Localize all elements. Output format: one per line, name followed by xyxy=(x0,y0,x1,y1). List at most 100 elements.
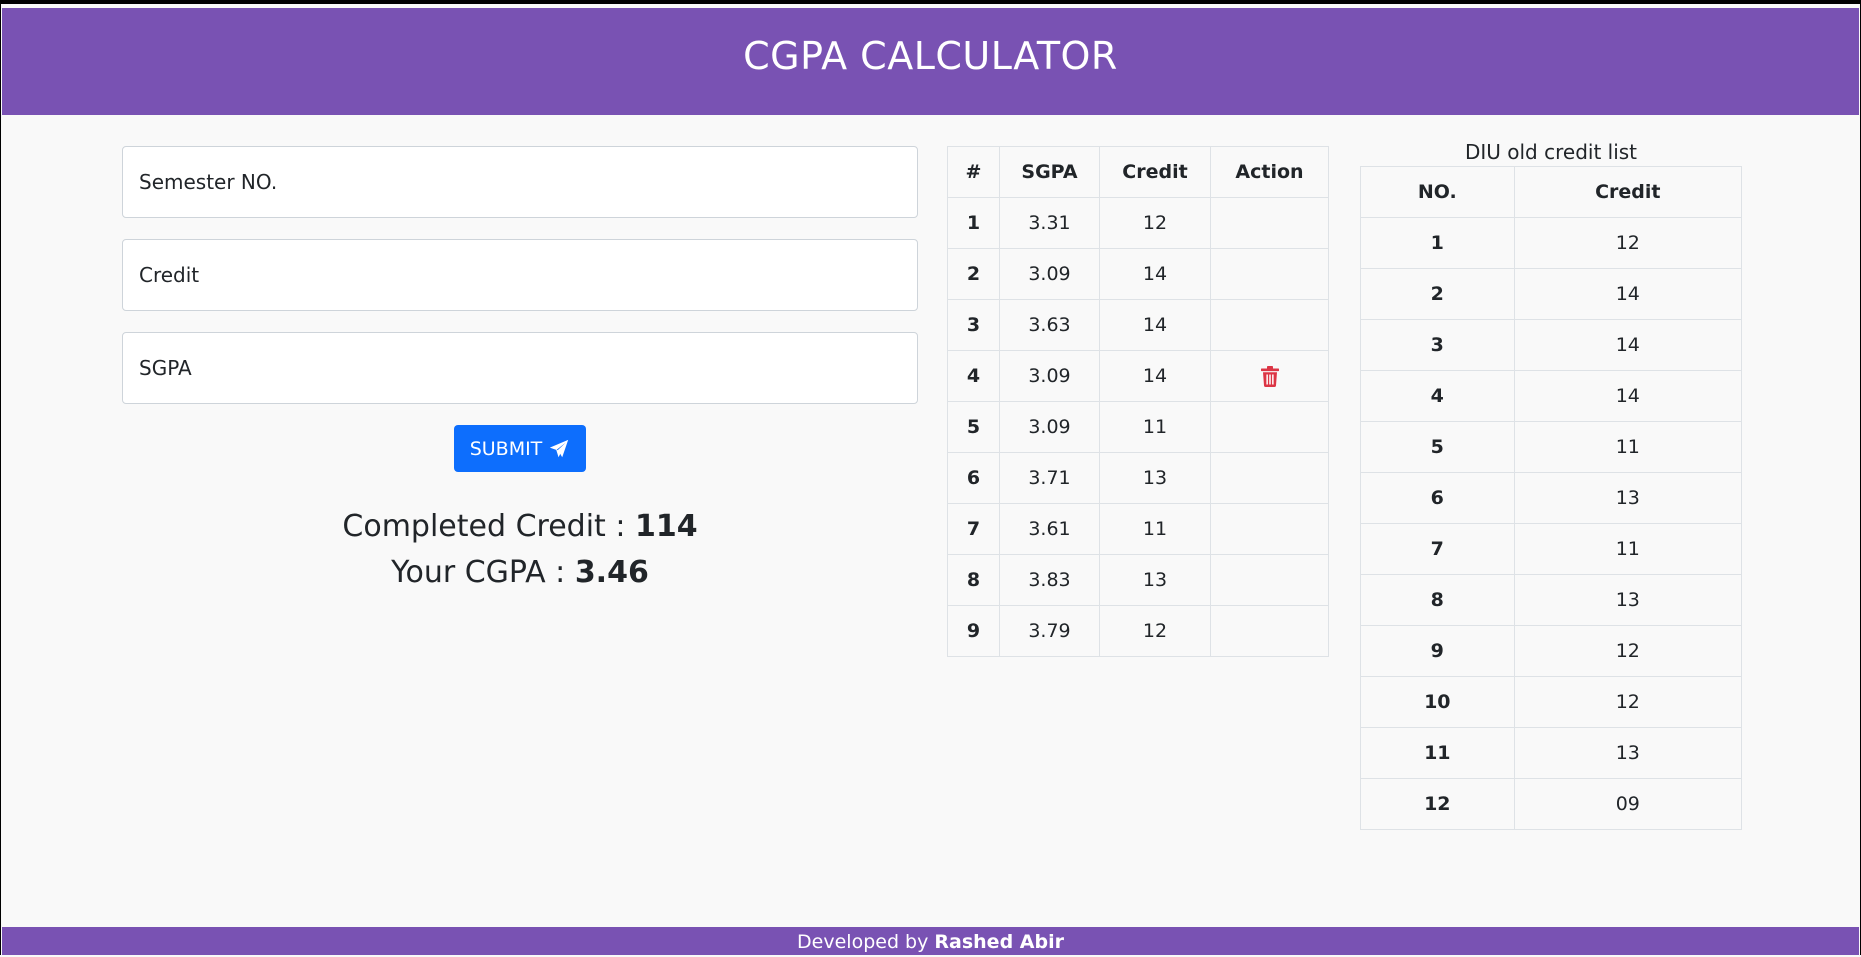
credit-list-no: 2 xyxy=(1360,268,1515,320)
table-row: 7 3.61 11 xyxy=(947,503,1329,555)
row-number: 8 xyxy=(947,554,1000,606)
credit-list-caption: DIU old credit list xyxy=(1464,140,1638,164)
result-summary: Completed Credit : 114 Your CGPA : 3.46 xyxy=(122,504,918,596)
submit-label: SUBMIT xyxy=(469,437,543,460)
semester-input[interactable] xyxy=(122,146,918,218)
credit-list-credit: 09 xyxy=(1513,778,1743,830)
row-action xyxy=(1210,197,1329,249)
row-credit: 11 xyxy=(1099,401,1211,453)
list-item: 12 09 xyxy=(1360,778,1743,830)
footer-prefix: Developed by xyxy=(797,931,935,953)
row-number: 5 xyxy=(947,401,1000,453)
completed-credit-line: Completed Credit : 114 xyxy=(122,504,918,550)
credit-list-table: NO. Credit 1 12 2 14 3 14 4 14 5 11 6 13 7 11 8… xyxy=(1360,166,1743,830)
table-row: 9 3.79 12 xyxy=(947,605,1329,657)
col-header-sgpa: SGPA xyxy=(999,146,1100,198)
row-action xyxy=(1210,554,1329,606)
semester-table-header: # SGPA Credit Action xyxy=(947,146,1329,198)
row-number: 6 xyxy=(947,452,1000,504)
row-credit: 11 xyxy=(1099,503,1211,555)
row-number: 2 xyxy=(947,248,1000,300)
row-action xyxy=(1210,452,1329,504)
list-item: 3 14 xyxy=(1360,319,1743,371)
credit-list-no: 10 xyxy=(1360,676,1515,728)
credit-list-no: 11 xyxy=(1360,727,1515,779)
credit-list-no: 1 xyxy=(1360,217,1515,269)
list-item: 1 12 xyxy=(1360,217,1743,269)
list-item: 2 14 xyxy=(1360,268,1743,320)
footer-author: Rashed Abir xyxy=(934,931,1064,953)
row-sgpa: 3.71 xyxy=(999,452,1100,504)
row-number: 3 xyxy=(947,299,1000,351)
row-number: 9 xyxy=(947,605,1000,657)
col-header-credit: Credit xyxy=(1099,146,1211,198)
row-credit: 12 xyxy=(1099,197,1211,249)
credit-list-credit: 12 xyxy=(1513,676,1743,728)
table-row: 8 3.83 13 xyxy=(947,554,1329,606)
credit-list-credit: 12 xyxy=(1513,217,1743,269)
row-number: 1 xyxy=(947,197,1000,249)
row-action xyxy=(1210,350,1329,402)
list-item: 8 13 xyxy=(1360,574,1743,626)
row-credit: 14 xyxy=(1099,299,1211,351)
row-action xyxy=(1210,248,1329,300)
col-header-number: # xyxy=(947,146,1000,198)
table-row: 3 3.63 14 xyxy=(947,299,1329,351)
submit-wrap: SUBMIT xyxy=(122,425,918,472)
credit-list-credit: 12 xyxy=(1513,625,1743,677)
row-credit: 13 xyxy=(1099,452,1211,504)
cgpa-line: Your CGPA : 3.46 xyxy=(122,550,918,596)
app-footer: Developed by Rashed Abir xyxy=(2,927,1859,955)
credit-list-credit: 13 xyxy=(1513,727,1743,779)
row-sgpa: 3.09 xyxy=(999,350,1100,402)
list-item: 5 11 xyxy=(1360,421,1743,473)
row-action xyxy=(1210,401,1329,453)
trash-icon[interactable] xyxy=(1260,366,1279,387)
credit-list-credit: 11 xyxy=(1513,421,1743,473)
row-sgpa: 3.63 xyxy=(999,299,1100,351)
table-row: 2 3.09 14 xyxy=(947,248,1329,300)
credit-list-credit: 14 xyxy=(1513,370,1743,422)
cgpa-label: Your CGPA : xyxy=(391,555,575,590)
cgpa-form: SUBMIT Completed Credit : 114 Your CGPA … xyxy=(122,146,918,596)
semester-table: # SGPA Credit Action 1 3.31 12 2 3.09 14… xyxy=(947,146,1329,657)
row-sgpa: 3.61 xyxy=(999,503,1100,555)
credit-list-no: 12 xyxy=(1360,778,1515,830)
credit-list-header: NO. Credit xyxy=(1360,166,1743,218)
credit-list-no: 9 xyxy=(1360,625,1515,677)
row-credit: 13 xyxy=(1099,554,1211,606)
row-action xyxy=(1210,503,1329,555)
sgpa-input[interactable] xyxy=(122,332,918,404)
table-row: 5 3.09 11 xyxy=(947,401,1329,453)
row-action xyxy=(1210,299,1329,351)
list-item: 4 14 xyxy=(1360,370,1743,422)
credit-input[interactable] xyxy=(122,239,918,311)
row-action xyxy=(1210,605,1329,657)
col-header-action: Action xyxy=(1210,146,1329,198)
col-header-credit: Credit xyxy=(1513,166,1743,218)
table-row: 1 3.31 12 xyxy=(947,197,1329,249)
table-row: 4 3.09 14 xyxy=(947,350,1329,402)
paper-plane-icon xyxy=(550,439,569,457)
credit-list-no: 7 xyxy=(1360,523,1515,575)
credit-list-no: 4 xyxy=(1360,370,1515,422)
completed-credit-value: 114 xyxy=(634,509,698,544)
list-item: 11 13 xyxy=(1360,727,1743,779)
page-title: CGPA CALCULATOR xyxy=(743,33,1118,78)
list-item: 9 12 xyxy=(1360,625,1743,677)
credit-list-credit: 11 xyxy=(1513,523,1743,575)
credit-list-no: 8 xyxy=(1360,574,1515,626)
row-sgpa: 3.83 xyxy=(999,554,1100,606)
credit-list-credit: 14 xyxy=(1513,268,1743,320)
credit-list-no: 3 xyxy=(1360,319,1515,371)
completed-credit-label: Completed Credit : xyxy=(342,509,635,544)
col-header-no: NO. xyxy=(1360,166,1515,218)
row-sgpa: 3.09 xyxy=(999,401,1100,453)
submit-button[interactable]: SUBMIT xyxy=(453,425,587,472)
table-row: 6 3.71 13 xyxy=(947,452,1329,504)
row-sgpa: 3.79 xyxy=(999,605,1100,657)
credit-list-panel: DIU old credit list NO. Credit 1 12 2 14 3… xyxy=(1360,138,1743,830)
cgpa-value: 3.46 xyxy=(574,555,649,590)
credit-list-no: 6 xyxy=(1360,472,1515,524)
credit-list-credit: 14 xyxy=(1513,319,1743,371)
